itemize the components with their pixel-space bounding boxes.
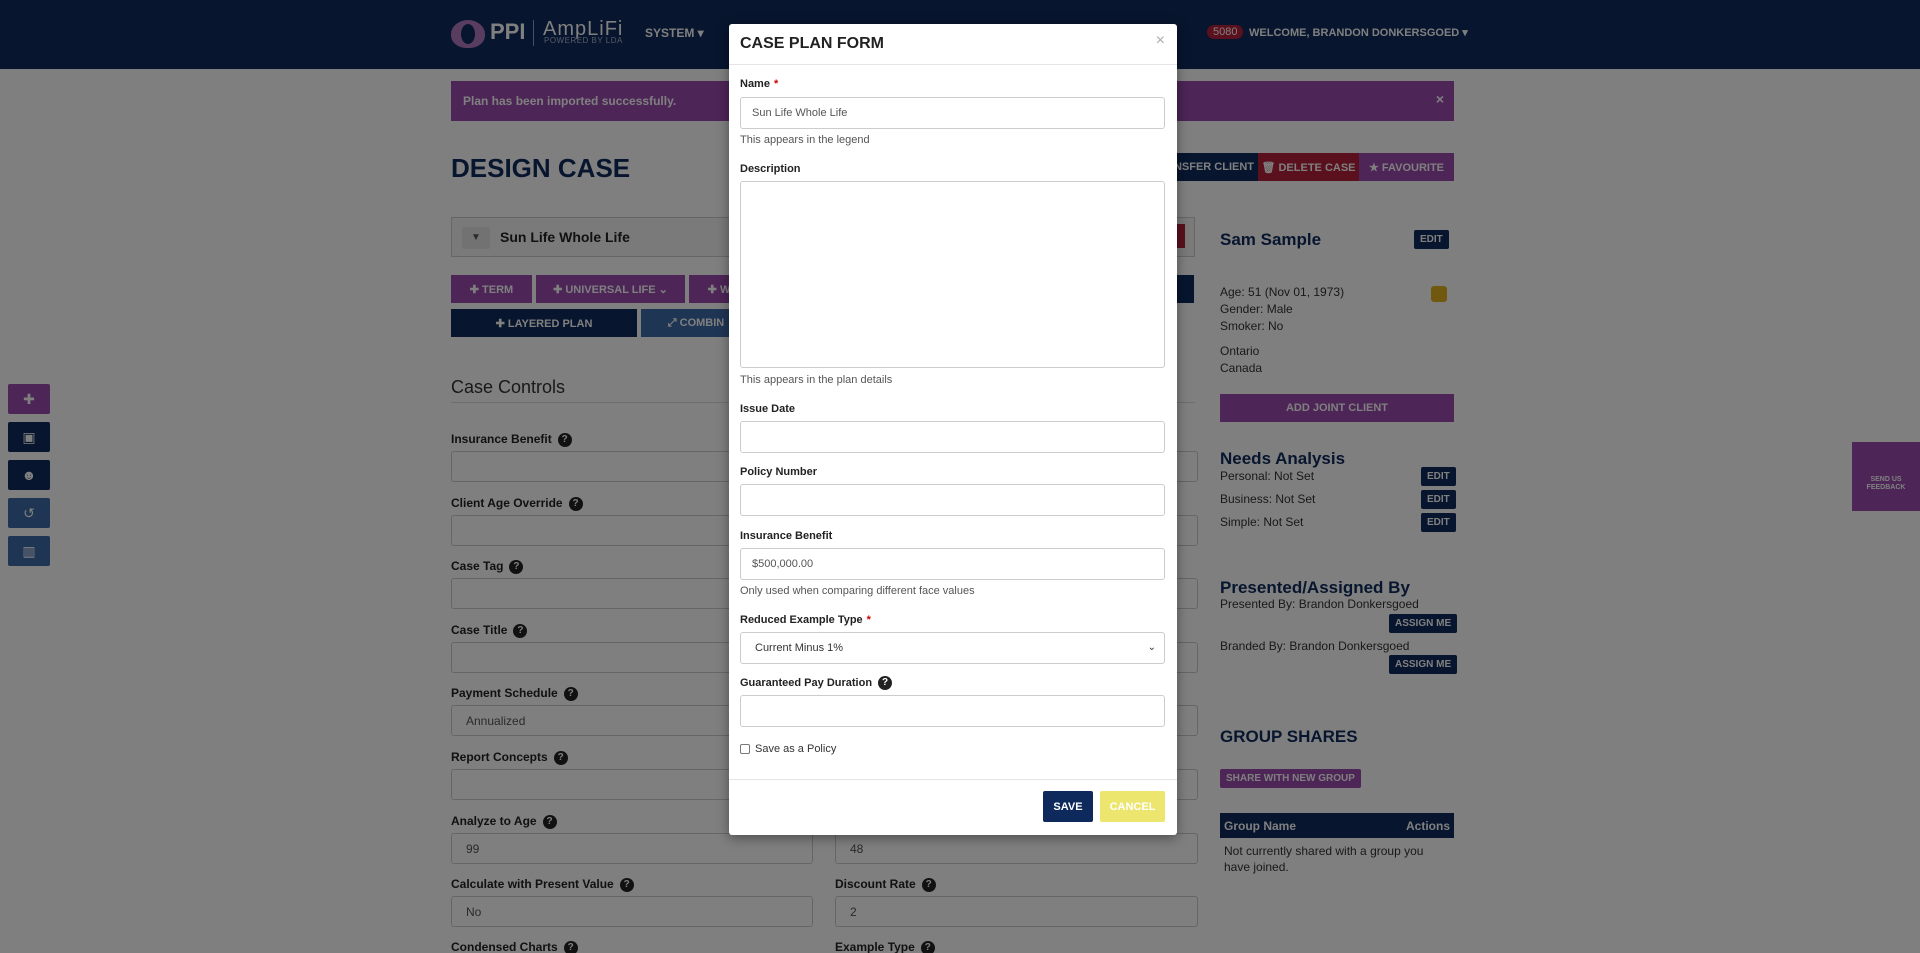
save-as-policy-label: Save as a Policy (755, 743, 837, 755)
policy-number-input[interactable] (740, 484, 1165, 516)
guaranteed-pay-duration-input[interactable] (740, 695, 1165, 727)
insurance-benefit-label: Insurance Benefit (740, 530, 833, 542)
name-label: Name * (740, 78, 779, 90)
guaranteed-pay-duration-label: Guaranteed Pay Duration? (740, 676, 893, 690)
reduced-example-type-select[interactable]: Current Minus 1% ⌄ (740, 632, 1165, 664)
reduced-example-type-label: Reduced Example Type * (740, 614, 871, 626)
help-icon[interactable]: ? (878, 676, 893, 690)
name-input[interactable]: Sun Life Whole Life (740, 97, 1165, 129)
policy-number-label: Policy Number (740, 466, 818, 478)
checkbox-box[interactable] (740, 744, 750, 754)
description-textarea[interactable] (740, 181, 1165, 368)
issue-date-label: Issue Date (740, 403, 796, 415)
description-help-text: This appears in the plan details (740, 374, 893, 386)
description-label: Description (740, 163, 801, 175)
required-mark: * (773, 78, 779, 90)
case-plan-form-modal: CASE PLAN FORM × Name * Sun Life Whole Li… (729, 24, 1177, 835)
cancel-button[interactable]: CANCEL (1100, 791, 1165, 822)
insurance-benefit-help-text: Only used when comparing different face … (740, 585, 975, 597)
name-help-text: This appears in the legend (740, 134, 870, 146)
insurance-benefit-input[interactable]: $500,000.00 (740, 548, 1165, 580)
required-mark: * (866, 614, 871, 626)
modal-header-divider (729, 64, 1177, 65)
close-icon[interactable]: × (1156, 32, 1165, 50)
issue-date-input[interactable] (740, 421, 1165, 453)
save-as-policy-checkbox[interactable]: Save as a Policy (740, 743, 836, 755)
modal-footer-divider (729, 779, 1177, 780)
modal-title: CASE PLAN FORM (740, 35, 884, 52)
save-button[interactable]: SAVE (1043, 791, 1093, 822)
reduced-example-type-value: Current Minus 1% (755, 642, 844, 654)
chevron-down-icon: ⌄ (1147, 642, 1156, 653)
